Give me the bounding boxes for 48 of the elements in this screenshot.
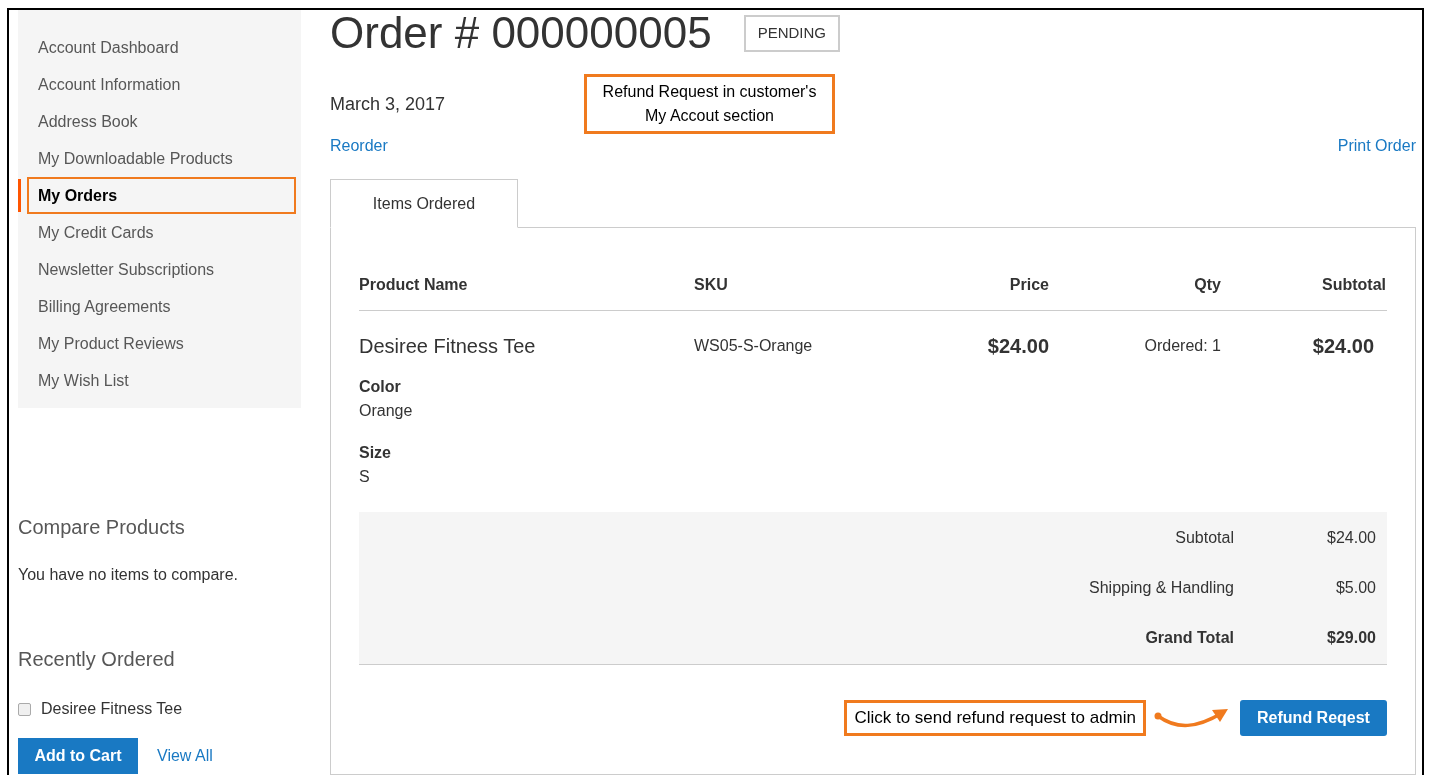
total-value: $5.00 <box>1334 578 1377 598</box>
nav-link[interactable]: Account Information <box>27 66 296 103</box>
nav-link[interactable]: Billing Agreements <box>27 288 296 325</box>
callout-text: Refund Request in customer's <box>602 82 817 102</box>
total-value: $29.00 <box>1326 628 1377 648</box>
block-title: Recently Ordered <box>18 647 176 672</box>
nav-link[interactable]: Account Dashboard <box>27 29 296 66</box>
column-header: Price <box>1009 276 1049 293</box>
option-label: Size <box>359 443 392 463</box>
tab[interactable]: Items Ordered <box>330 179 518 228</box>
total-label: Subtotal <box>1175 528 1234 548</box>
table-cell: WS05-S-Orange <box>694 337 813 354</box>
column-header: SKU <box>694 276 728 293</box>
checkbox[interactable] <box>18 702 31 716</box>
nav-link[interactable]: My Credit Cards <box>27 214 296 251</box>
option-value: S <box>359 467 371 487</box>
print-order-link[interactable]: Print Order <box>1337 134 1416 158</box>
add-to-cart-button[interactable]: Add to Cart <box>18 738 138 774</box>
status-label: PENDING <box>743 14 840 52</box>
nav-link[interactable]: My Downloadable Products <box>27 140 296 177</box>
callout-text: My Accout section <box>645 106 774 126</box>
nav-link[interactable]: My Product Reviews <box>27 325 296 362</box>
refund-request-button[interactable]: Refund Reqest <box>1240 700 1387 736</box>
nav-link[interactable]: My Wish List <box>27 362 296 399</box>
block-title: Compare Products <box>18 515 186 540</box>
order-date: March 3, 2017 <box>330 92 447 116</box>
nav-link[interactable]: Newsletter Subscriptions <box>27 251 296 288</box>
column-header: Subtotal <box>1322 276 1386 293</box>
option-value: Orange <box>359 401 414 421</box>
empty-message: You have no items to compare. <box>18 565 239 585</box>
reorder-link[interactable]: Reorder <box>330 134 388 158</box>
annotation-callout: Click to send refund request to admin <box>844 700 1146 736</box>
price: $24.00 <box>1312 335 1374 357</box>
product-name: Desiree Fitness Tee <box>41 699 183 719</box>
option-label: Color <box>359 377 402 397</box>
nav-link[interactable]: Address Book <box>27 103 296 140</box>
page-title: Order # 000000005 <box>330 11 712 55</box>
total-label: Grand Total <box>1145 628 1234 648</box>
active-indicator <box>18 179 21 212</box>
nav-link[interactable]: My Orders <box>27 177 296 214</box>
total-value: $24.00 <box>1326 528 1377 548</box>
view-all-link[interactable]: View All <box>157 744 213 768</box>
column-header: Qty <box>1194 276 1221 293</box>
column-header: Product Name <box>359 276 468 293</box>
price: $24.00 <box>987 335 1049 357</box>
table-cell: Ordered: 1 <box>1144 337 1221 354</box>
product-name: Desiree Fitness Tee <box>359 335 536 357</box>
total-label: Shipping & Handling <box>1089 578 1234 598</box>
